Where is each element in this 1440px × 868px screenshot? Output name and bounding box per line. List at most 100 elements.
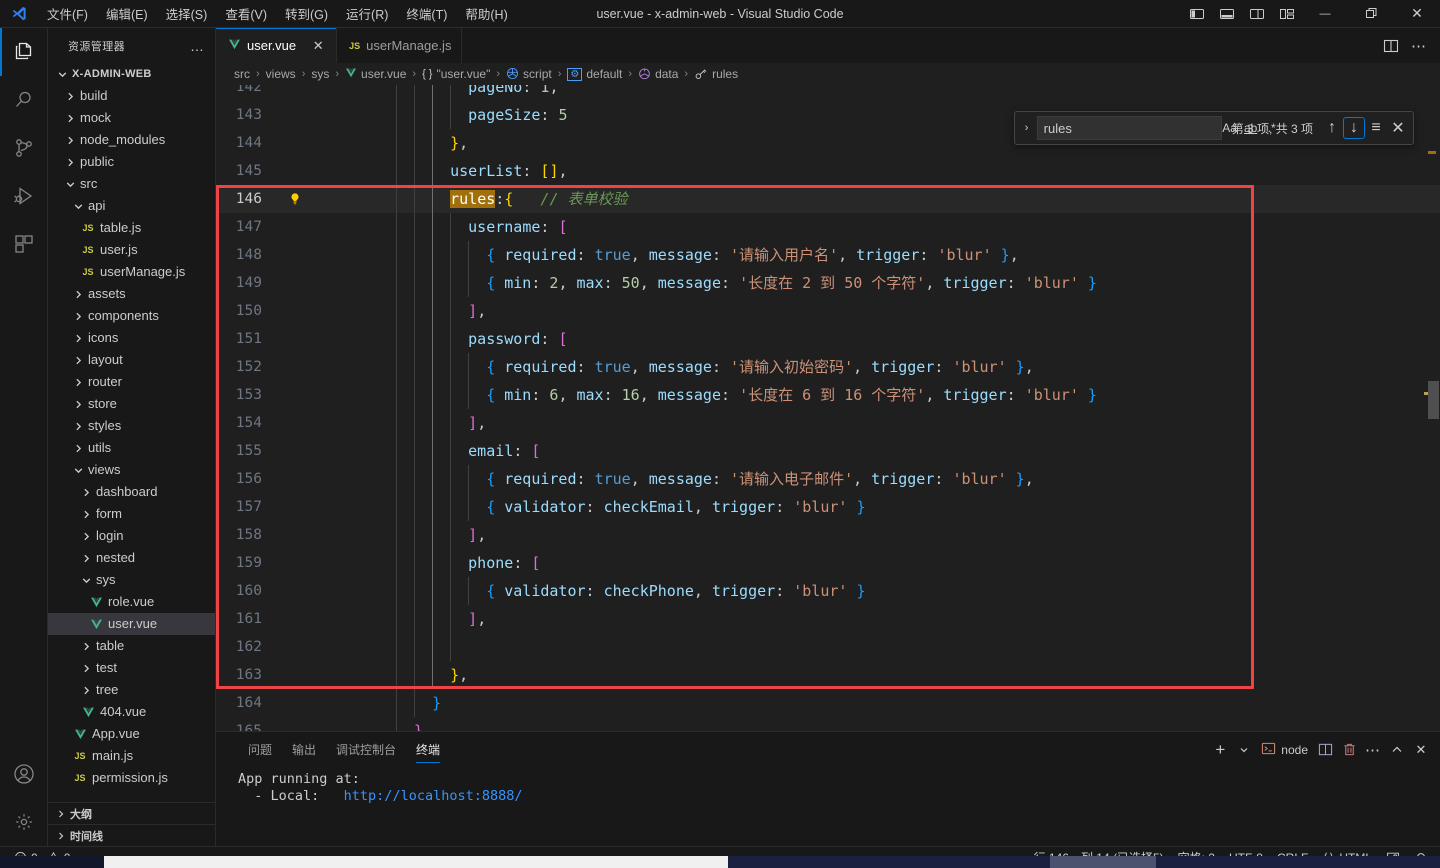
tree-item-nested[interactable]: nested	[48, 547, 215, 569]
tree-item-tree[interactable]: tree	[48, 679, 215, 701]
breadcrumb-views[interactable]: views	[266, 67, 296, 81]
breadcrumb-sys[interactable]: sys	[311, 67, 329, 81]
chevron-right-icon[interactable]	[64, 110, 76, 126]
tree-item-app-vue[interactable]: App.vue	[48, 723, 215, 745]
panel-tab-terminal[interactable]: 终端	[406, 732, 450, 767]
panel-tab-output[interactable]: 输出	[282, 732, 326, 767]
scrollbar-thumb[interactable]	[1428, 381, 1439, 419]
menu-edit[interactable]: 编辑(E)	[97, 1, 157, 26]
tree-item-public[interactable]: public	[48, 151, 215, 173]
close-button[interactable]: ✕	[1394, 0, 1440, 28]
tree-item-views[interactable]: views	[48, 459, 215, 481]
chevron-right-icon[interactable]	[80, 528, 92, 544]
panel-more-actions-icon[interactable]: ⋯	[1362, 737, 1384, 763]
tree-item-store[interactable]: store	[48, 393, 215, 415]
tree-item-layout[interactable]: layout	[48, 349, 215, 371]
code-line[interactable]: 153 { min: 6, max: 16, message: '长度在 6 到 …	[216, 381, 1440, 409]
code-line[interactable]: 164}	[216, 689, 1440, 717]
chevron-down-icon[interactable]	[72, 198, 84, 214]
code-line[interactable]: 157 { validator: checkEmail, trigger: 'bl…	[216, 493, 1440, 521]
toggle-primary-sidebar-icon[interactable]	[1182, 0, 1212, 28]
menu-file[interactable]: 文件(F)	[38, 1, 97, 26]
accounts-icon[interactable]	[0, 750, 48, 798]
tree-item-dashboard[interactable]: dashboard	[48, 481, 215, 503]
more-actions-icon[interactable]: ⋯	[1406, 32, 1432, 60]
find-input[interactable]	[1043, 120, 1220, 136]
chevron-right-icon[interactable]	[80, 638, 92, 654]
tree-item-mock[interactable]: mock	[48, 107, 215, 129]
find-next-button[interactable]: ↓	[1343, 117, 1365, 139]
code-line[interactable]: 147 username: [	[216, 213, 1440, 241]
breadcrumb[interactable]: src › views › sys › user.vue › { } "user…	[216, 63, 1440, 85]
breadcrumb-default[interactable]: ⚙ default	[567, 67, 622, 81]
tree-item-permission-js[interactable]: JS permission.js	[48, 767, 215, 789]
tree-item-role-vue[interactable]: role.vue	[48, 591, 215, 613]
sidebar-section-outline[interactable]: 大纲	[48, 802, 215, 824]
run-and-debug-icon[interactable]	[0, 172, 48, 220]
tree-item-build[interactable]: build	[48, 85, 215, 107]
code-line[interactable]: 162	[216, 633, 1440, 661]
settings-gear-icon[interactable]	[0, 798, 48, 846]
code-line[interactable]: 154],	[216, 409, 1440, 437]
taskbar-window-active[interactable]	[104, 856, 728, 868]
tree-item-icons[interactable]: icons	[48, 327, 215, 349]
tree-item-src[interactable]: src	[48, 173, 215, 195]
taskbar-window[interactable]	[1050, 856, 1156, 868]
code-line[interactable]: 165}	[216, 717, 1440, 731]
chevron-right-icon[interactable]	[72, 374, 84, 390]
tab-close-icon[interactable]: ✕	[310, 38, 326, 54]
code-scroll-container[interactable]: 142 pageNo: 1, 143 pageSize: 5 144}, 145 userL…	[216, 85, 1440, 731]
chevron-right-icon[interactable]	[80, 506, 92, 522]
find-close-button[interactable]: ✕	[1387, 117, 1409, 139]
code-line[interactable]: 159 phone: [	[216, 549, 1440, 577]
trash-icon[interactable]	[1338, 737, 1360, 763]
sidebar-more-icon[interactable]: …	[186, 38, 209, 54]
code-line[interactable]: 160 { validator: checkPhone, trigger: 'bl…	[216, 577, 1440, 605]
panel-tab-debug-console[interactable]: 调试控制台	[326, 732, 406, 767]
menu-bar[interactable]: 文件(F) 编辑(E) 选择(S) 查看(V) 转到(G) 运行(R) 终端(T…	[38, 1, 517, 26]
chevron-right-icon[interactable]	[64, 88, 76, 104]
chevron-right-icon[interactable]	[72, 330, 84, 346]
split-editor-icon[interactable]	[1378, 32, 1404, 60]
tree-item-node-modules[interactable]: node_modules	[48, 129, 215, 151]
menu-run[interactable]: 运行(R)	[337, 1, 397, 26]
code-line[interactable]: 163},	[216, 661, 1440, 689]
tree-item-usermanage-js[interactable]: JS userManage.js	[48, 261, 215, 283]
menu-view[interactable]: 查看(V)	[216, 1, 276, 26]
tree-item-router[interactable]: router	[48, 371, 215, 393]
chevron-right-icon[interactable]	[72, 418, 84, 434]
menu-selection[interactable]: 选择(S)	[157, 1, 217, 26]
find-input-wrapper[interactable]: Aa ab .*	[1036, 116, 1276, 140]
chevron-down-icon[interactable]	[72, 462, 84, 478]
toggle-secondary-sidebar-icon[interactable]	[1242, 0, 1272, 28]
tree-item-user-vue[interactable]: user.vue	[48, 613, 215, 635]
tree-item-utils[interactable]: utils	[48, 437, 215, 459]
editor-scrollbar[interactable]	[1424, 85, 1440, 731]
terminal-output[interactable]: App running at: - Local: http://localhos…	[216, 767, 1440, 846]
find-in-selection-icon[interactable]: ≡	[1365, 117, 1387, 139]
code-line[interactable]: 142 pageNo: 1,	[216, 85, 1440, 101]
code-line[interactable]: 152 { required: true, message: '请输入初始密码',…	[216, 353, 1440, 381]
code-line[interactable]: 158],	[216, 521, 1440, 549]
code-line[interactable]: 146 rules:{ // 表单校验	[216, 185, 1440, 213]
source-control-icon[interactable]	[0, 124, 48, 172]
maximize-button[interactable]	[1348, 0, 1394, 28]
find-previous-button[interactable]: ↑	[1321, 117, 1343, 139]
code-line[interactable]: 148 { required: true, message: '请输入用户名', …	[216, 241, 1440, 269]
chevron-right-icon[interactable]	[64, 132, 76, 148]
terminal-profile-dropdown-icon[interactable]	[1233, 737, 1255, 763]
toggle-panel-icon[interactable]	[1212, 0, 1242, 28]
chevron-right-icon[interactable]	[64, 154, 76, 170]
minimize-button[interactable]: —	[1302, 0, 1348, 28]
menu-terminal[interactable]: 终端(T)	[397, 1, 456, 26]
tab-user-vue[interactable]: user.vue ✕	[216, 28, 338, 63]
breadcrumb-script[interactable]: script	[506, 67, 552, 81]
chevron-right-icon[interactable]	[80, 484, 92, 500]
tree-item-user-js[interactable]: JS user.js	[48, 239, 215, 261]
search-icon[interactable]	[0, 76, 48, 124]
active-terminal-node[interactable]: node	[1257, 737, 1312, 763]
panel-tab-problems[interactable]: 问题	[238, 732, 282, 767]
tab-usermanage-js[interactable]: JS userManage.js	[337, 28, 463, 63]
breadcrumb-user-vue[interactable]: user.vue	[345, 67, 406, 81]
code-line[interactable]: 156 { required: true, message: '请输入电子邮件',…	[216, 465, 1440, 493]
